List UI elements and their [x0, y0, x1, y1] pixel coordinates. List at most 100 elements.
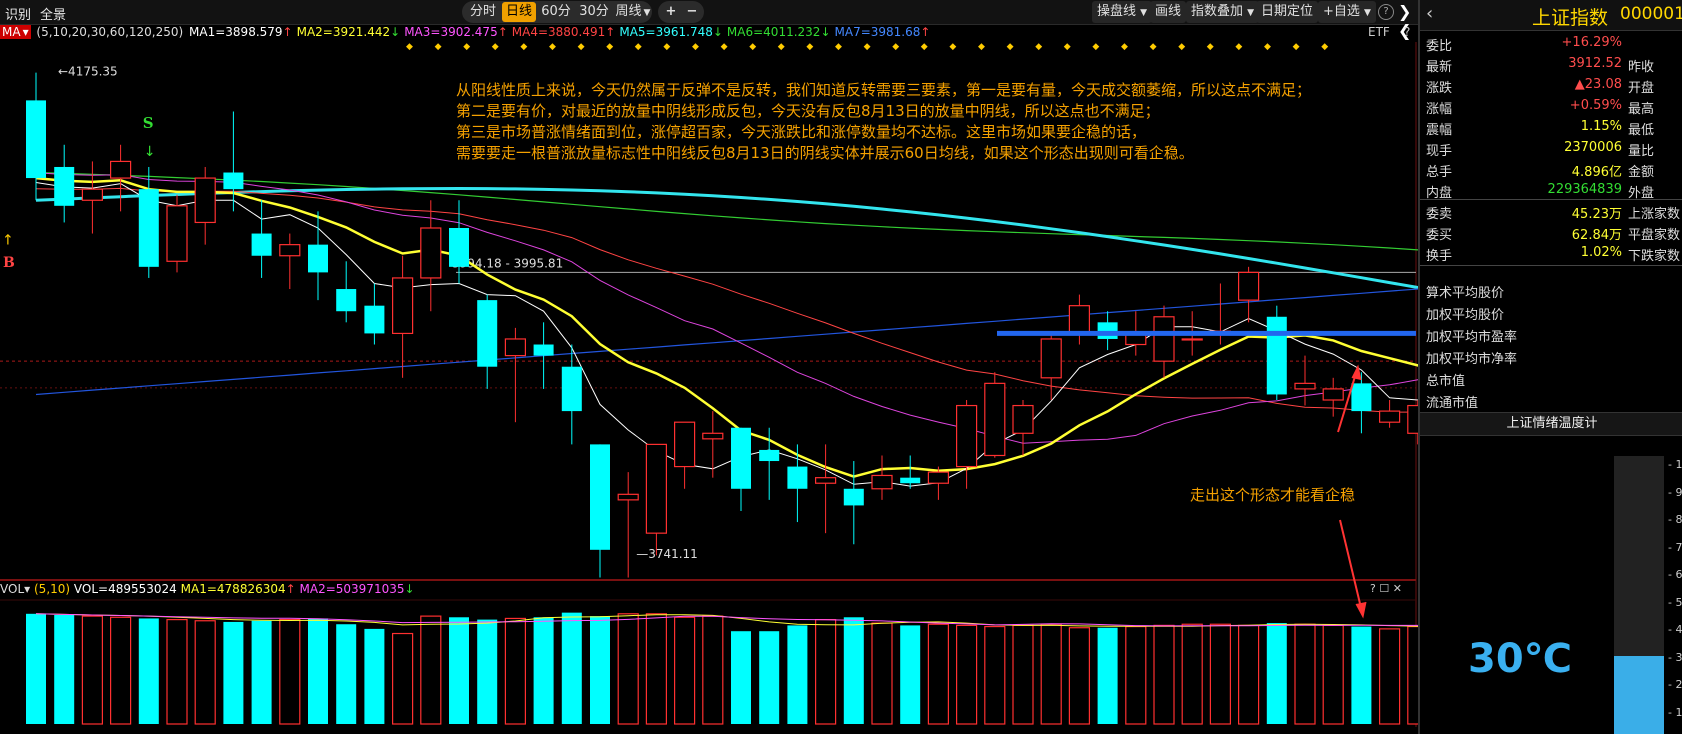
- arrow-head-icon: [1351, 364, 1362, 381]
- event-marker: ◆: [549, 42, 556, 52]
- stat-label: 总市值: [1426, 374, 1466, 389]
- volume-bar-up: [1040, 623, 1062, 725]
- tab-daily[interactable]: 日线: [502, 2, 536, 22]
- candle-body-up: [194, 177, 216, 224]
- vol-indicator[interactable]: VOL▾: [0, 582, 30, 596]
- candle-body-down: [138, 189, 159, 267]
- quote-value: +16.29%: [1561, 35, 1622, 50]
- thermometer-tick: - 4: [1668, 623, 1682, 636]
- volume-bar-down: [1097, 627, 1118, 724]
- volume-bar-down: [900, 625, 921, 724]
- tab-30min[interactable]: 30分: [576, 2, 612, 22]
- indicator-name: MA: [2, 25, 21, 39]
- candle-body-up: [504, 338, 526, 357]
- recognize-button[interactable]: 识别: [5, 4, 31, 23]
- draw-line-button[interactable]: 画线: [1150, 1, 1187, 23]
- tab-weekly[interactable]: 周线 ▼: [614, 2, 652, 22]
- panorama-button[interactable]: 全景: [40, 4, 66, 23]
- quote-row: 震幅 1.15% 最低: [1420, 116, 1682, 138]
- quote-row: 现手 2370006 量比: [1420, 137, 1682, 159]
- vol-ma1-text: MA1=478826304: [180, 582, 286, 596]
- thermometer-tick: - 1: [1668, 458, 1682, 471]
- event-marker: ◆: [978, 42, 985, 52]
- volume-bar-up: [955, 624, 978, 725]
- sell-arrow-icon: ↓: [144, 144, 156, 160]
- event-marker: ◆: [721, 42, 728, 52]
- quote-label: 涨幅: [1426, 102, 1453, 117]
- volume-bar-down: [251, 620, 272, 724]
- event-marker: ◆: [1064, 42, 1071, 52]
- thermometer-tick: - 5: [1668, 595, 1682, 609]
- zoom-out-button[interactable]: −: [682, 2, 702, 22]
- event-marker: ◆: [435, 42, 442, 52]
- quote-label: 现手: [1426, 144, 1453, 159]
- chart-toolbar: 识别 全景 分时 日线 60分 30分 周线 ▼ + − 操盘线 ▼ 画线 指数叠…: [0, 0, 1418, 40]
- event-marker: ◆: [835, 42, 842, 52]
- candle-body-up: [166, 205, 188, 262]
- quote-label: 委比: [1426, 39, 1453, 54]
- tab-intraday[interactable]: 分时: [466, 2, 500, 22]
- date-locate-button[interactable]: 日期定位: [1256, 1, 1319, 23]
- candle-body-down: [561, 366, 582, 412]
- event-marker: ◆: [406, 42, 413, 52]
- volume-bar-up: [420, 615, 442, 725]
- stat-label: 流通市值: [1426, 396, 1479, 411]
- candle-body-down: [223, 172, 244, 190]
- down-arrow-icon: ↓: [404, 582, 415, 596]
- stat-label: 加权平均市净率: [1426, 352, 1518, 367]
- event-marker: ◆: [1007, 42, 1014, 52]
- indicator-selector[interactable]: MA ▾: [0, 25, 31, 39]
- volume-bar-up: [1125, 625, 1147, 725]
- event-marker: ◆: [949, 42, 956, 52]
- add-watchlist-button[interactable]: +自选 ▼: [1318, 1, 1376, 23]
- etf-label[interactable]: ETF: [1368, 25, 1390, 39]
- volume-bar-up: [814, 618, 837, 725]
- help-icon[interactable]: ?: [1378, 4, 1394, 20]
- volume-bar-up: [702, 615, 724, 725]
- candle-body-up: [871, 474, 893, 490]
- trading-line-button[interactable]: 操盘线 ▼: [1092, 1, 1153, 23]
- ma-help-icon[interactable]: ?: [1404, 25, 1410, 39]
- zoom-in-button[interactable]: +: [661, 2, 681, 22]
- candle-body-down: [533, 344, 554, 356]
- buy-arrow-icon: ↑: [2, 233, 14, 249]
- event-marker: ◆: [692, 42, 699, 52]
- candle-body-up: [1237, 271, 1260, 301]
- thermometer-tick: - 6: [1668, 568, 1682, 581]
- analysis-annotation: 从阳线性质上来说，今天仍然属于反弹不是反转，我们知道反转需要三要素，第一是要有量…: [456, 80, 1311, 164]
- up-arrow-icon: ↑: [920, 25, 931, 39]
- quote-label: 涨跌: [1426, 81, 1453, 96]
- tab-60min[interactable]: 60分: [538, 2, 574, 22]
- quote-value: 3912.52: [1568, 56, 1622, 71]
- event-marker: ◆: [1321, 42, 1328, 52]
- candle-body-up: [279, 244, 301, 257]
- event-marker: ◆: [1264, 42, 1271, 52]
- ma-value-7: MA7=3981.68↑: [834, 25, 931, 39]
- volume-bar-up: [1322, 624, 1344, 725]
- ma2-line: [35, 176, 1418, 478]
- quote-row: 换手 1.02% 下跌家数: [1420, 242, 1682, 264]
- back-icon[interactable]: ‹: [1426, 3, 1433, 24]
- volume-bar-up: [673, 616, 696, 725]
- candle-body-up: [1407, 404, 1418, 434]
- annotation-line: 第三是市场普涨情绪面到位，涨停超百家，今天涨跌比和涨停数量均不达标。这里市场如果…: [456, 123, 1147, 141]
- quote-label-2: 开盘: [1628, 81, 1655, 96]
- ma-params: (5,10,20,30,60,120,250): [36, 25, 184, 39]
- candle-body-up: [392, 277, 414, 335]
- volume-bar-down: [336, 624, 357, 724]
- quote-value: ▲23.08: [1574, 77, 1622, 92]
- vol-window-controls[interactable]: ? ☐ ✕: [1370, 582, 1402, 595]
- candle-body-down: [900, 477, 921, 484]
- index-overlay-button[interactable]: 指数叠加 ▼: [1186, 1, 1260, 23]
- ma-info-bar: MA ▾ (5,10,20,30,60,120,250) MA1=3898.579…: [0, 25, 1418, 43]
- annotation-line: 需要要走一根普涨放量标志性中阳线反包8月13日的阴线实体并展示60日均线，如果这…: [456, 144, 1194, 162]
- zoom-group: + −: [658, 1, 704, 23]
- quote-panel: ‹ 上证指数 000001 委比 +16.29% 最新 3912.52 昨收 涨跌 ▲23.…: [1418, 0, 1682, 734]
- quote-row: 总手 4.896亿 金额: [1420, 158, 1682, 180]
- volume-bar-down: [54, 614, 75, 724]
- thermometer: [1614, 456, 1664, 734]
- up-arrow-icon: ↑: [605, 25, 616, 39]
- divider: [1420, 265, 1682, 266]
- quote-value: 4.896亿: [1571, 165, 1622, 180]
- quote-row: 委比 +16.29%: [1420, 32, 1682, 54]
